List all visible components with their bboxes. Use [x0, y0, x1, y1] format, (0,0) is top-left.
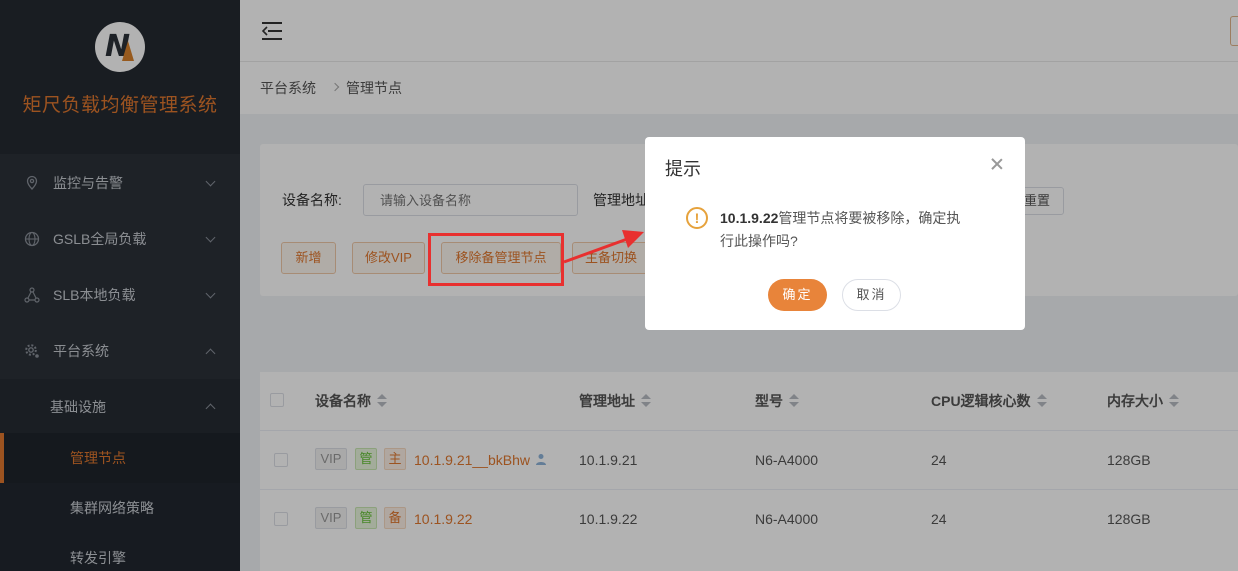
confirm-dialog: 提示 ! 10.1.9.22管理节点将要被移除，确定执行此操作吗? 确定 取消 [645, 137, 1025, 330]
warning-icon: ! [686, 207, 708, 229]
dialog-message-node: 10.1.9.22 [720, 210, 779, 226]
dialog-title: 提示 [665, 159, 701, 179]
annotation-highlight-box [428, 233, 564, 286]
dialog-message: 10.1.9.22管理节点将要被移除，确定执行此操作吗? [720, 207, 970, 253]
modal-overlay[interactable] [0, 0, 1238, 571]
cancel-button[interactable]: 取消 [842, 279, 901, 311]
close-icon[interactable] [990, 157, 1004, 171]
confirm-button[interactable]: 确定 [768, 279, 827, 311]
